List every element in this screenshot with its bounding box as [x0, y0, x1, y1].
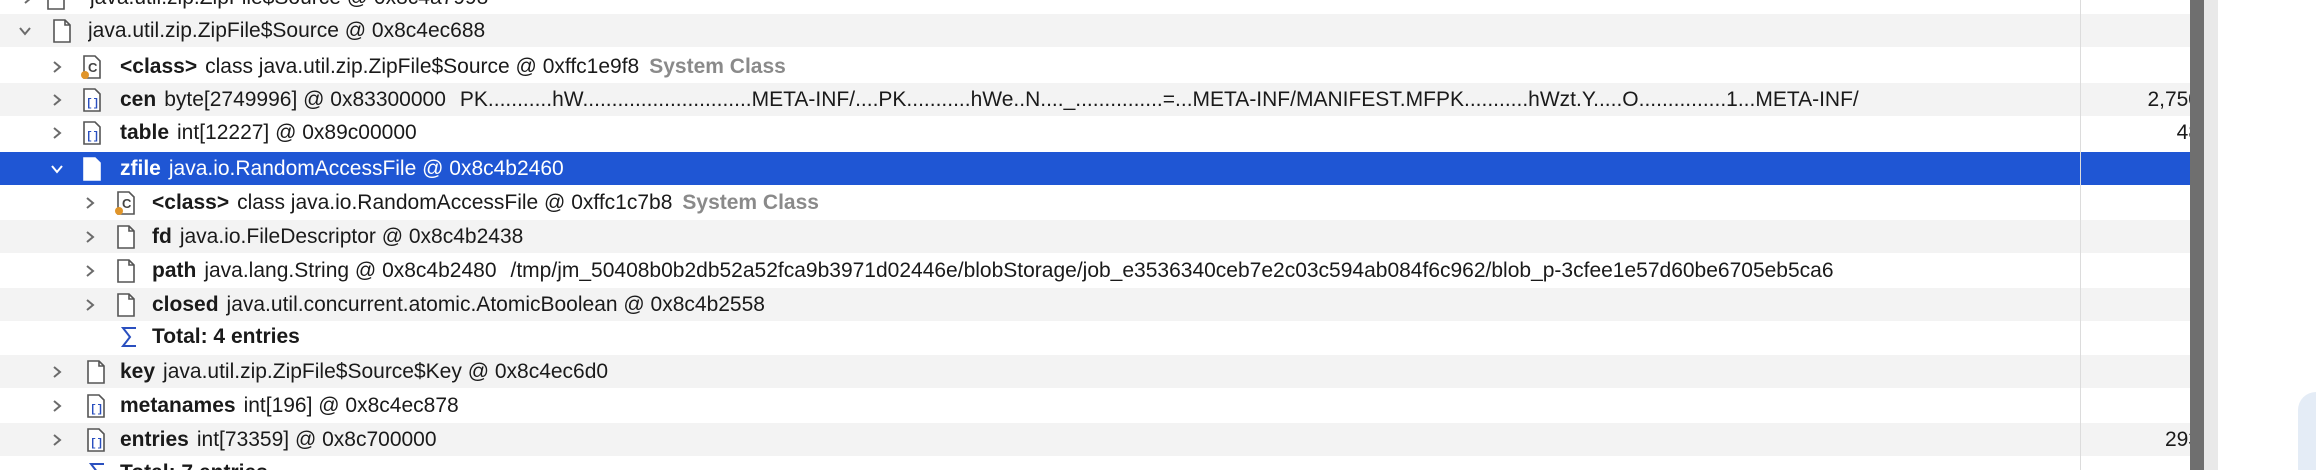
array-icon: []	[84, 394, 108, 418]
sigma-icon	[118, 325, 142, 349]
tree-row[interactable]: key java.util.zip.ZipFile$Source$Key @ 0x…	[0, 355, 2200, 388]
tree-row[interactable]: [] table int[12227] @ 0x89c00000 48	[0, 116, 2200, 149]
field-name: path	[152, 259, 197, 282]
chevron-right-icon[interactable]	[47, 50, 67, 83]
tree-row[interactable]: C <class> class java.io.RandomAccessFile …	[0, 186, 2200, 219]
file-icon	[84, 360, 108, 384]
tree-row[interactable]: [] entries int[73359] @ 0x8c700000 293	[0, 423, 2200, 456]
decorative-shape	[2298, 392, 2316, 470]
column-divider[interactable]	[2080, 0, 2081, 470]
tree-row[interactable]: [] cen byte[2749996] @ 0x83300000 PK......…	[0, 83, 2200, 116]
chevron-right-icon[interactable]	[47, 389, 67, 422]
file-icon	[114, 225, 138, 249]
chevron-right-icon[interactable]	[18, 0, 38, 14]
array-icon: []	[80, 121, 104, 145]
object-label: java.io.FileDescriptor @ 0x8c4b2438	[179, 225, 524, 248]
object-label: java.util.zip.ZipFile$Source @ 0x8c4a799…	[90, 0, 488, 9]
field-name: closed	[152, 293, 219, 316]
file-icon	[44, 0, 68, 10]
tree-row[interactable]: java.util.zip.ZipFile$Source @ 0x8c4ec68…	[0, 14, 2200, 47]
class-icon: C	[114, 191, 138, 215]
svg-text:C: C	[122, 196, 132, 211]
scrollbar-track[interactable]	[2204, 0, 2218, 470]
file-icon	[50, 19, 74, 43]
tree-row[interactable]: fd java.io.FileDescriptor @ 0x8c4b2438	[0, 220, 2200, 253]
object-label: int[196] @ 0x8c4ec878	[243, 394, 459, 417]
chevron-down-icon[interactable]	[15, 14, 35, 47]
chevron-right-icon[interactable]	[80, 220, 100, 253]
value-preview: /tmp/jm_50408b0b2db52a52fca9b3971d02446e…	[510, 259, 1834, 282]
value-preview: PK...........hW.........................…	[459, 88, 1859, 111]
svg-text:[]: []	[90, 438, 103, 450]
field-name: metanames	[120, 394, 236, 417]
object-label: java.lang.String @ 0x8c4b2480	[204, 259, 497, 282]
file-icon	[114, 293, 138, 317]
file-icon	[80, 157, 104, 181]
tree-row[interactable]: closed java.util.concurrent.atomic.Atomic…	[0, 288, 2200, 321]
tree-row-total: Total: 4 entries	[0, 320, 2200, 353]
total-entries-label: Total: 7 entries	[120, 461, 268, 470]
tree-row-selected[interactable]: zfile java.io.RandomAccessFile @ 0x8c4b24…	[0, 152, 2204, 185]
retained-size: 293	[2164, 428, 2200, 451]
field-name: key	[120, 360, 156, 383]
object-label: java.io.RandomAccessFile @ 0x8c4b2460	[168, 157, 564, 180]
object-label: int[73359] @ 0x8c700000	[196, 428, 437, 451]
heap-object-tree[interactable]: java.util.zip.ZipFile$Source @ 0x8c4a799…	[0, 0, 2316, 470]
object-label: java.util.zip.ZipFile$Source$Key @ 0x8c4…	[163, 360, 609, 383]
tree-row[interactable]: path java.lang.String @ 0x8c4b2480/tmp/jm…	[0, 254, 2200, 287]
object-label: java.util.concurrent.atomic.AtomicBoolea…	[226, 293, 765, 316]
retained-size: 2,750	[2147, 88, 2200, 111]
tree-row[interactable]: [] metanames int[196] @ 0x8c4ec878	[0, 389, 2200, 422]
chevron-right-icon[interactable]	[47, 116, 67, 149]
object-label: java.util.zip.ZipFile$Source @ 0x8c4ec68…	[88, 19, 486, 42]
svg-text:[]: []	[90, 404, 103, 416]
tree-row[interactable]: C <class> class java.util.zip.ZipFile$Sou…	[0, 50, 2200, 83]
array-icon: []	[80, 88, 104, 112]
file-icon	[114, 259, 138, 283]
total-entries-label: Total: 4 entries	[152, 325, 300, 348]
svg-text:[]: []	[86, 131, 99, 143]
svg-text:[]: []	[86, 98, 99, 110]
chevron-down-icon[interactable]	[47, 152, 67, 185]
sigma-icon	[86, 461, 110, 470]
chevron-right-icon[interactable]	[80, 288, 100, 321]
array-icon: []	[84, 428, 108, 452]
chevron-right-icon[interactable]	[47, 83, 67, 116]
field-name: cen	[120, 88, 157, 111]
chevron-right-icon[interactable]	[47, 423, 67, 456]
system-class-tag: System Class	[649, 55, 786, 78]
field-name: <class>	[152, 191, 230, 214]
class-icon: C	[80, 55, 104, 79]
field-name: table	[120, 121, 170, 144]
field-name: <class>	[120, 55, 198, 78]
field-name: entries	[120, 428, 189, 451]
field-name: fd	[152, 225, 172, 248]
object-label: int[12227] @ 0x89c00000	[177, 121, 417, 144]
tree-row[interactable]: java.util.zip.ZipFile$Source @ 0x8c4a799…	[0, 0, 2200, 14]
scrollbar-thumb[interactable]	[2190, 0, 2204, 470]
tree-row-total: Total: 7 entries	[0, 456, 2200, 470]
chevron-right-icon[interactable]	[47, 355, 67, 388]
object-label: class java.util.zip.ZipFile$Source @ 0xf…	[205, 55, 640, 78]
object-label: class java.io.RandomAccessFile @ 0xffc1c…	[237, 191, 673, 214]
field-name: zfile	[120, 157, 161, 180]
svg-text:C: C	[88, 60, 98, 75]
retained-size: 48	[2176, 121, 2200, 144]
system-class-tag: System Class	[682, 191, 819, 214]
chevron-right-icon[interactable]	[80, 254, 100, 287]
chevron-right-icon[interactable]	[80, 186, 100, 219]
object-label: byte[2749996] @ 0x83300000	[164, 88, 446, 111]
